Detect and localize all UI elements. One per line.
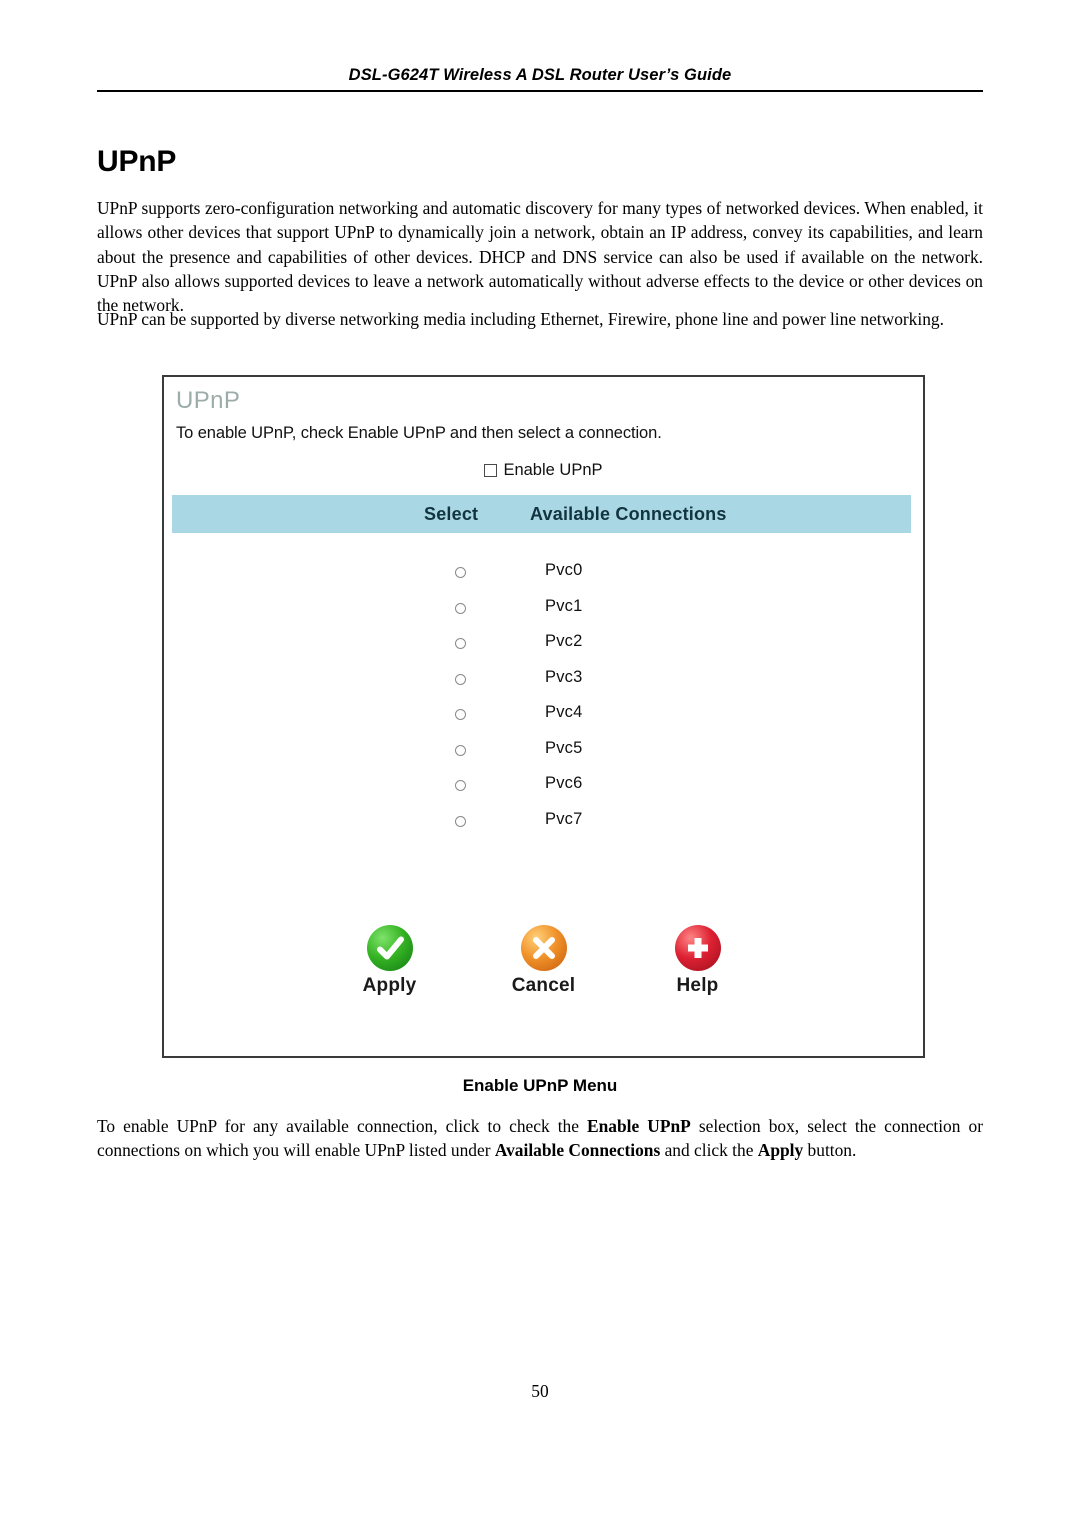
table-row[interactable]: Pvc4 xyxy=(172,701,911,737)
table-row[interactable]: Pvc6 xyxy=(172,772,911,808)
connection-name: Pvc6 xyxy=(545,774,583,792)
media-paragraph-block: UPnP can be supported by diverse network… xyxy=(97,307,983,348)
cross-circle-icon xyxy=(520,925,567,971)
page-number: 50 xyxy=(531,1381,549,1401)
page-title: UPnP xyxy=(97,145,177,179)
closing-bold-enable-upnp: Enable UPnP xyxy=(587,1116,691,1136)
panel-action-buttons: Apply Cancel Help xyxy=(164,925,923,997)
figure-caption: Enable UPnP Menu xyxy=(462,1076,618,1095)
cancel-button-label: Cancel xyxy=(511,975,576,996)
select-radio-pvc0[interactable] xyxy=(455,567,466,578)
connections-table-header: Select Available Connections xyxy=(172,495,911,533)
select-radio-pvc4[interactable] xyxy=(455,709,466,720)
connection-name: Pvc3 xyxy=(545,667,583,686)
connection-name: Pvc5 xyxy=(545,738,583,757)
help-button[interactable]: Help xyxy=(642,925,754,997)
upnp-configuration-panel: UPnP To enable UPnP, check Enable UPnP a… xyxy=(162,375,925,1058)
column-header-available-connections: Available Connections xyxy=(530,503,727,524)
connection-name: Pvc2 xyxy=(545,632,583,650)
table-row[interactable]: Pvc5 xyxy=(172,737,911,773)
select-radio-pvc7[interactable] xyxy=(455,815,466,827)
connections-list: Pvc0 Pvc1 Pvc2 Pvc3 Pvc4 Pvc5 Pvc6 Pvc7 xyxy=(172,559,911,843)
connection-name: Pvc7 xyxy=(545,809,583,828)
select-radio-pvc5[interactable] xyxy=(455,744,466,756)
table-row[interactable]: Pvc7 xyxy=(172,808,911,844)
connection-name: Pvc1 xyxy=(545,596,583,615)
panel-instruction: To enable UPnP, check Enable UPnP and th… xyxy=(176,424,662,442)
document-page: DSL-G624T Wireless A DSL Router User’s G… xyxy=(0,0,1080,1528)
enable-upnp-checkbox[interactable] xyxy=(484,464,498,477)
table-row[interactable]: Pvc3 xyxy=(172,666,911,702)
select-radio-pvc2[interactable] xyxy=(455,638,466,649)
paragraph-intro: UPnP supports zero-configuration network… xyxy=(97,198,983,316)
closing-bold-apply: Apply xyxy=(757,1140,804,1161)
closing-bold-available-connections: Available Connections xyxy=(494,1140,661,1161)
header-divider xyxy=(97,90,983,92)
closing-paragraph-block: To enable UPnP for any available connect… xyxy=(97,1114,983,1180)
closing-part-4: button. xyxy=(803,1140,857,1161)
enable-upnp-row: Enable UPnP xyxy=(164,461,923,480)
plus-circle-icon xyxy=(674,925,721,971)
closing-part-3: and click the xyxy=(660,1140,758,1161)
cancel-button[interactable]: Cancel xyxy=(488,925,600,997)
help-button-label: Help xyxy=(676,975,719,996)
apply-button[interactable]: Apply xyxy=(334,925,446,997)
closing-part-1: To enable UPnP for any available connect… xyxy=(97,1116,588,1136)
check-circle-icon xyxy=(366,925,413,971)
select-radio-pvc1[interactable] xyxy=(455,602,466,614)
table-row[interactable]: Pvc0 xyxy=(172,559,911,595)
paragraph-media: UPnP can be supported by diverse network… xyxy=(97,309,944,329)
table-row[interactable]: Pvc1 xyxy=(172,595,911,631)
column-header-select: Select xyxy=(424,503,479,524)
enable-upnp-label: Enable UPnP xyxy=(503,461,603,479)
select-radio-pvc6[interactable] xyxy=(455,780,466,791)
table-row[interactable]: Pvc2 xyxy=(172,630,911,666)
connection-name: Pvc0 xyxy=(545,561,583,579)
connection-name: Pvc4 xyxy=(545,703,583,721)
running-header: DSL-G624T Wireless A DSL Router User’s G… xyxy=(97,66,983,92)
apply-button-label: Apply xyxy=(362,975,417,996)
running-header-title: DSL-G624T Wireless A DSL Router User’s G… xyxy=(348,66,732,84)
paragraph-closing: To enable UPnP for any available connect… xyxy=(97,1114,983,1163)
panel-title: UPnP xyxy=(176,387,241,414)
select-radio-pvc3[interactable] xyxy=(455,673,466,685)
